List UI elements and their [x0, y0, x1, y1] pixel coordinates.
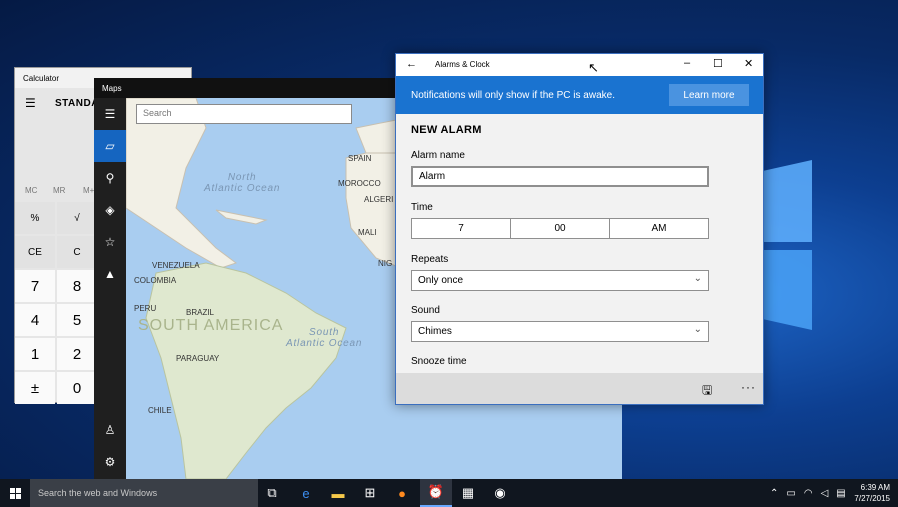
period-field[interactable]: AM	[610, 219, 708, 238]
mouse-cursor-icon: ↖	[588, 60, 599, 75]
calc-key[interactable]: 0	[57, 372, 97, 404]
snooze-label: Snooze time	[411, 356, 467, 367]
back-arrow-icon[interactable]: ←	[406, 58, 417, 70]
repeats-dropdown[interactable]: Only once ⌄	[411, 270, 709, 291]
map-label-morocco: MOROCCO	[338, 179, 381, 188]
save-icon[interactable]: 🖫	[702, 381, 712, 402]
account-icon[interactable]: ♙	[94, 414, 126, 446]
maximize-icon[interactable]: ☐	[713, 57, 723, 70]
alarms-titlebar: ← Alarms & Clock – ☐ ✕	[396, 54, 763, 76]
repeats-value: Only once	[418, 275, 464, 286]
map-icon[interactable]: ▱	[94, 130, 126, 162]
notification-message: Notifications will only show if the PC i…	[411, 90, 615, 101]
memory-add-button[interactable]: M+	[83, 186, 94, 195]
maps-search-input[interactable]: Search	[136, 104, 352, 124]
taskbar-search-input[interactable]: Search the web and Windows	[30, 479, 258, 507]
clock-date: 7/27/2015	[854, 494, 890, 503]
maps-icon[interactable]: ◉	[484, 479, 516, 507]
taskbar: Search the web and Windows ⧉ e ▬ ⊞ ● ⏰ ▦…	[0, 479, 898, 507]
favorites-icon[interactable]: ☆	[94, 226, 126, 258]
chevron-down-icon: ⌄	[693, 273, 702, 284]
hamburger-menu-icon[interactable]: ☰	[25, 96, 36, 110]
clock-time: 6:39 AM	[860, 483, 890, 492]
menu-icon[interactable]: ☰	[94, 98, 126, 130]
map-label-mali: MALI	[358, 228, 377, 237]
calc-key[interactable]: ±	[15, 372, 55, 404]
map-label-peru: PERU	[134, 304, 157, 313]
alarms-icon[interactable]: ⏰	[420, 479, 452, 507]
map-label-colombia: COLOMBIA	[134, 276, 177, 285]
task-view-icon[interactable]: ⧉	[256, 479, 288, 507]
more-options-icon[interactable]: ···	[741, 380, 756, 394]
time-label: Time	[411, 202, 433, 213]
map-label-venezuela: VENEZUELA	[152, 261, 200, 270]
windows-start-icon	[9, 487, 21, 499]
minute-field[interactable]: 00	[511, 219, 610, 238]
alarms-app-bar: 🖫 ···	[396, 373, 763, 404]
taskbar-clock[interactable]: 6:39 AM 7/27/2015	[854, 482, 890, 504]
sound-value: Chimes	[418, 326, 452, 337]
map-label-paraguay: PARAGUAY	[176, 354, 220, 363]
search-icon[interactable]: ⚲	[94, 162, 126, 194]
calc-key[interactable]: %	[15, 202, 55, 234]
minimize-icon[interactable]: –	[684, 57, 690, 69]
store-icon[interactable]: ⊞	[354, 479, 386, 507]
map-label-chile: CHILE	[148, 406, 172, 415]
edge-icon[interactable]: e	[290, 479, 322, 507]
notification-banner: Notifications will only show if the PC i…	[396, 76, 763, 114]
calc-key[interactable]: √	[57, 202, 97, 234]
alarms-window[interactable]: ← Alarms & Clock – ☐ ✕ Notifications wil…	[395, 53, 764, 405]
close-icon[interactable]: ✕	[744, 57, 753, 70]
new-alarm-heading: NEW ALARM	[411, 124, 482, 136]
calc-key[interactable]: 4	[15, 304, 55, 336]
action-center-icon[interactable]: ▤	[836, 488, 845, 499]
wifi-icon[interactable]: ◠	[804, 488, 813, 499]
directions-icon[interactable]: ◈	[94, 194, 126, 226]
calc-key[interactable]: 1	[15, 338, 55, 370]
repeats-label: Repeats	[411, 254, 449, 265]
memory-recall-button[interactable]: MR	[53, 186, 65, 195]
map-label-algeria: ALGERI	[364, 195, 394, 204]
calc-key[interactable]: 8	[57, 270, 97, 302]
learn-more-button[interactable]: Learn more	[669, 84, 749, 106]
map-label-north-atlantic: North Atlantic Ocean	[204, 172, 281, 194]
calc-key[interactable]: 2	[57, 338, 97, 370]
caribbean-islands	[215, 209, 268, 225]
map-label-brazil: BRAZIL	[186, 308, 215, 317]
file-explorer-icon[interactable]: ▬	[322, 479, 354, 507]
battery-icon[interactable]: ▭	[786, 488, 795, 499]
map-label-nigeria: NIG	[378, 259, 393, 268]
firefox-icon[interactable]: ●	[386, 479, 418, 507]
memory-clear-button[interactable]: MC	[25, 186, 37, 195]
calc-key[interactable]: C	[57, 236, 97, 268]
chevron-down-icon: ⌄	[693, 324, 702, 335]
map-label-south-atlantic: South Atlantic Ocean	[286, 327, 363, 349]
settings-icon[interactable]: ⚙	[94, 446, 126, 478]
3d-cities-icon[interactable]: ▲	[94, 258, 126, 290]
calc-key[interactable]: CE	[15, 236, 55, 268]
volume-icon[interactable]: ◁	[821, 488, 829, 499]
calc-key[interactable]: 5	[57, 304, 97, 336]
calculator-icon[interactable]: ▦	[452, 479, 484, 507]
maps-nav-rail: ☰ ▱ ⚲ ◈ ☆ ▲ ♙ ⚙	[94, 98, 126, 479]
calculator-mode: STANDA	[55, 98, 99, 109]
system-tray: ⌃ ▭ ◠ ◁ ▤	[770, 479, 846, 507]
map-label-south-america: SOUTH AMERICA	[138, 317, 284, 334]
sound-dropdown[interactable]: Chimes ⌄	[411, 321, 709, 342]
time-picker[interactable]: 7 00 AM	[411, 218, 709, 239]
south-america-land	[145, 262, 347, 479]
alarm-name-input[interactable]: Alarm	[411, 166, 709, 187]
start-button[interactable]	[0, 479, 30, 507]
map-label-spain: SPAIN	[348, 154, 372, 163]
alarms-title: Alarms & Clock	[435, 60, 490, 69]
hour-field[interactable]: 7	[412, 219, 511, 238]
sound-label: Sound	[411, 305, 440, 316]
alarm-name-label: Alarm name	[411, 150, 465, 161]
chevron-up-icon[interactable]: ⌃	[770, 488, 778, 499]
calc-key[interactable]: 7	[15, 270, 55, 302]
